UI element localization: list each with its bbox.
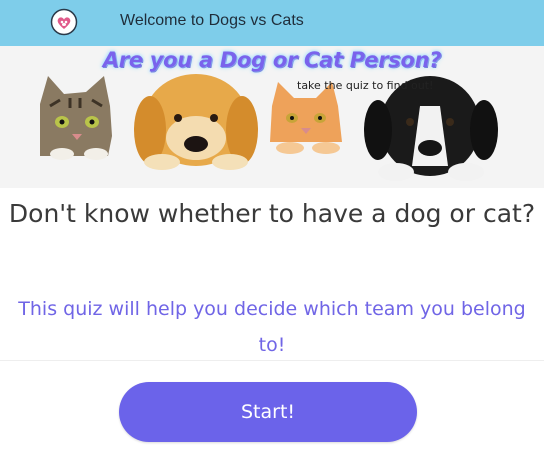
page: Welcome to Dogs vs Cats Are you a Dog or… — [0, 0, 544, 459]
page-subtext: This quiz will help you decide which tea… — [18, 298, 526, 356]
tabby-cat-icon — [40, 76, 112, 160]
banner-tagline: take the quiz to find out! — [297, 79, 434, 92]
banner: Are you a Dog or Cat Person? take the qu… — [0, 46, 544, 188]
banner-headline: Are you a Dog or Cat Person? — [102, 48, 442, 72]
golden-retriever-icon — [134, 74, 258, 170]
start-button[interactable]: Start! — [119, 382, 417, 442]
page-title: Don't know whether to have a dog or cat? — [8, 199, 536, 228]
paw-heart-icon[interactable] — [50, 8, 78, 36]
top-bar: Welcome to Dogs vs Cats — [0, 0, 544, 46]
orange-cat-icon — [270, 82, 342, 154]
divider — [0, 360, 544, 361]
app-title: Welcome to Dogs vs Cats — [120, 12, 304, 29]
